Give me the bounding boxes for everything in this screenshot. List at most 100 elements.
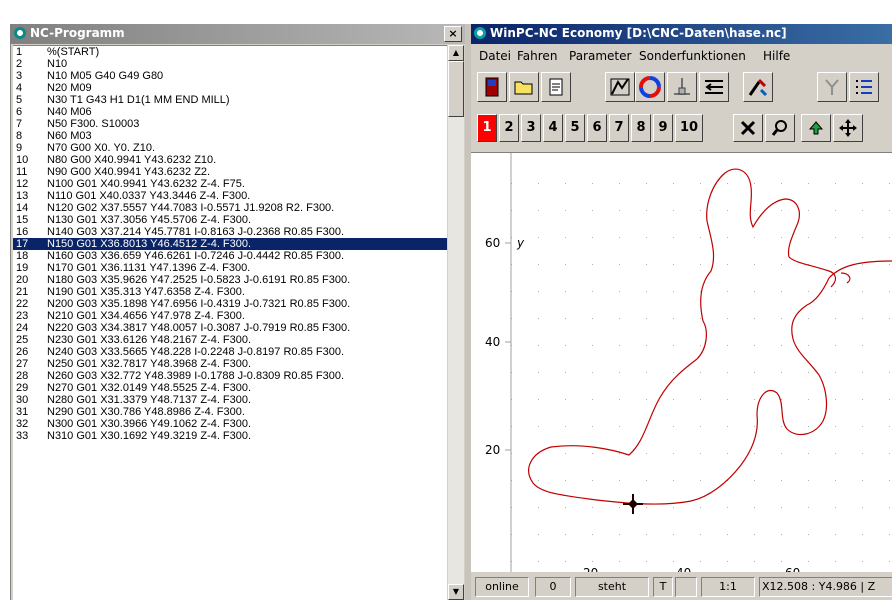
- color-wheel-icon[interactable]: [635, 72, 665, 102]
- nc-line[interactable]: 23 N210 G01 X34.4656 Y47.978 Z-4. F300.: [13, 310, 447, 322]
- line-number: 33: [16, 430, 29, 442]
- nc-line[interactable]: 15 N130 G01 X37.3056 Y45.5706 Z-4. F300.: [13, 214, 447, 226]
- nc-line[interactable]: 27 N250 G01 X32.7817 Y48.3968 Z-4. F300.: [13, 358, 447, 370]
- nc-line[interactable]: 11 N90 G00 X40.9941 Y43.6232 Z2.: [13, 166, 447, 178]
- nc-line[interactable]: 8 N60 M03: [13, 130, 447, 142]
- line-number: 10: [16, 154, 29, 166]
- menu-sonderfunktionen[interactable]: Sonderfunktionen: [639, 49, 746, 63]
- nc-line[interactable]: 2 N10: [13, 58, 447, 70]
- line-number: 9: [16, 142, 23, 154]
- nc-program-titlebar[interactable]: NC-Programm ×: [11, 24, 466, 44]
- reference-icon[interactable]: [743, 72, 773, 102]
- number-button-1[interactable]: 1: [477, 114, 497, 142]
- scroll-down-arrow-icon[interactable]: ▼: [448, 584, 464, 600]
- line-code: N300 G01 X30.3966 Y49.1062 Z-4. F300.: [47, 418, 252, 430]
- menu-hilfe[interactable]: Hilfe: [763, 49, 790, 63]
- number-button-7[interactable]: 7: [609, 114, 629, 142]
- nc-line[interactable]: 17 N150 G01 X36.8013 Y46.4512 Z-4. F300.: [13, 238, 447, 250]
- number-button-3[interactable]: 3: [521, 114, 541, 142]
- nc-line[interactable]: 32 N300 G01 X30.3966 Y49.1062 Z-4. F300.: [13, 418, 447, 430]
- y-tick-60: 60: [485, 236, 500, 250]
- nc-line[interactable]: 7 N50 F300. S10003: [13, 118, 447, 130]
- nc-line[interactable]: 25 N230 G01 X33.6126 Y48.2167 Z-4. F300.: [13, 334, 447, 346]
- line-number: 15: [16, 214, 29, 226]
- nc-line[interactable]: 3 N10 M05 G40 G49 G80: [13, 70, 447, 82]
- line-code: N250 G01 X32.7817 Y48.3968 Z-4. F300.: [47, 358, 252, 370]
- nc-line[interactable]: 16 N140 G03 X37.214 Y45.7781 I-0.8163 J-0…: [13, 226, 447, 238]
- axis-icon[interactable]: [667, 72, 697, 102]
- menu-parameter[interactable]: Parameter: [569, 49, 631, 63]
- cross-icon[interactable]: [733, 114, 763, 142]
- app-titlebar[interactable]: WinPC-NC Economy [D:\CNC-Daten\hase.nc]: [471, 24, 892, 44]
- number-button-2[interactable]: 2: [499, 114, 519, 142]
- nc-program-list[interactable]: 1 %(START) 2 N10 3 N10 M05 G40 G49 G80 4 N20 M0…: [13, 45, 447, 601]
- nc-line[interactable]: 20 N180 G03 X35.9626 Y47.2525 I-0.5823 J-…: [13, 274, 447, 286]
- nc-line[interactable]: 9 N70 G00 X0. Y0. Z10.: [13, 142, 447, 154]
- nc-line[interactable]: 31 N290 G01 X30.786 Y48.8986 Z-4. F300.: [13, 406, 447, 418]
- nc-line[interactable]: 14 N120 G02 X37.5557 Y44.7083 I-0.5571 J1…: [13, 202, 447, 214]
- line-code: N180 G03 X35.9626 Y47.2525 I-0.5823 J-0.…: [47, 274, 351, 286]
- y-tick-20: 20: [485, 443, 500, 457]
- vertical-scrollbar[interactable]: ▲ ▼: [448, 45, 464, 600]
- step-icon[interactable]: [699, 72, 729, 102]
- nc-line[interactable]: 24 N220 G03 X34.3817 Y48.0057 I-0.3087 J-…: [13, 322, 447, 334]
- number-button-8[interactable]: 8: [631, 114, 651, 142]
- tool-icon[interactable]: [817, 72, 847, 102]
- line-number: 4: [16, 82, 23, 94]
- line-code: N100 G01 X40.9941 Y43.6232 Z-4. F75.: [47, 178, 245, 190]
- scroll-thumb[interactable]: [448, 61, 464, 117]
- status-state: steht: [575, 577, 649, 597]
- line-number: 29: [16, 382, 29, 394]
- move-icon[interactable]: [833, 114, 863, 142]
- nc-line[interactable]: 26 N240 G03 X33.5665 Y48.228 I-0.2248 J-0…: [13, 346, 447, 358]
- number-button-10[interactable]: 10: [675, 114, 703, 142]
- file-icon[interactable]: [541, 72, 571, 102]
- nc-line[interactable]: 28 N260 G03 X32.772 Y48.3989 I-0.1788 J-0…: [13, 370, 447, 382]
- nc-line[interactable]: 10 N80 G00 X40.9941 Y43.6232 Z10.: [13, 154, 447, 166]
- list-icon[interactable]: [849, 72, 879, 102]
- line-number: 22: [16, 298, 29, 310]
- line-number: 7: [16, 118, 23, 130]
- app-title: WinPC-NC Economy [D:\CNC-Daten\hase.nc]: [490, 26, 787, 40]
- exit-icon[interactable]: [477, 72, 507, 102]
- nc-line[interactable]: 6 N40 M06: [13, 106, 447, 118]
- line-number: 11: [16, 166, 28, 178]
- menu-datei[interactable]: Datei: [479, 49, 511, 63]
- arrow-up-icon[interactable]: [801, 114, 831, 142]
- close-button[interactable]: ×: [444, 26, 462, 42]
- line-code: N60 M03: [47, 130, 92, 142]
- zoom-region-icon[interactable]: [605, 72, 635, 102]
- line-number: 18: [16, 250, 29, 262]
- number-button-6[interactable]: 6: [587, 114, 607, 142]
- line-number: 5: [16, 94, 23, 106]
- nc-line[interactable]: 21 N190 G01 X35.313 Y47.6358 Z-4. F300.: [13, 286, 447, 298]
- number-button-5[interactable]: 5: [565, 114, 585, 142]
- nc-line[interactable]: 5 N30 T1 G43 H1 D1(1 MM END MILL): [13, 94, 447, 106]
- line-code: N280 G01 X31.3379 Y48.7137 Z-4. F300.: [47, 394, 252, 406]
- menu-fahren[interactable]: Fahren: [517, 49, 557, 63]
- line-number: 31: [16, 406, 29, 418]
- open-folder-icon[interactable]: [509, 72, 539, 102]
- nc-line[interactable]: 30 N280 G01 X31.3379 Y48.7137 Z-4. F300.: [13, 394, 447, 406]
- nc-line[interactable]: 29 N270 G01 X32.0149 Y48.5525 Z-4. F300.: [13, 382, 447, 394]
- scroll-up-arrow-icon[interactable]: ▲: [448, 45, 464, 61]
- nc-line[interactable]: 22 N200 G03 X35.1898 Y47.6956 I-0.4319 J-…: [13, 298, 447, 310]
- number-button-4[interactable]: 4: [543, 114, 563, 142]
- line-number: 2: [16, 58, 23, 70]
- nc-line[interactable]: 33 N310 G01 X30.1692 Y49.3219 Z-4. F300.: [13, 430, 447, 442]
- status-mode: online: [475, 577, 529, 597]
- nc-line[interactable]: 4 N20 M09: [13, 82, 447, 94]
- graphic-view[interactable]: 60 y 40 20 20 40 60: [471, 152, 892, 573]
- number-button-9[interactable]: 9: [653, 114, 673, 142]
- status-scale: 1:1: [701, 577, 755, 597]
- search-icon[interactable]: [765, 114, 795, 142]
- nc-line[interactable]: 12 N100 G01 X40.9941 Y43.6232 Z-4. F75.: [13, 178, 447, 190]
- nc-line[interactable]: 19 N170 G01 X36.1131 Y47.1396 Z-4. F300.: [13, 262, 447, 274]
- line-code: N200 G03 X35.1898 Y47.6956 I-0.4319 J-0.…: [47, 298, 351, 310]
- line-number: 27: [16, 358, 29, 370]
- nc-line[interactable]: 18 N160 G03 X36.659 Y46.6261 I-0.7246 J-0…: [13, 250, 447, 262]
- nc-line[interactable]: 13 N110 G01 X40.0337 Y43.3446 Z-4. F300.: [13, 190, 447, 202]
- nc-line[interactable]: 1 %(START): [13, 46, 447, 58]
- line-number: 3: [16, 70, 23, 82]
- line-code: N310 G01 X30.1692 Y49.3219 Z-4. F300.: [47, 430, 252, 442]
